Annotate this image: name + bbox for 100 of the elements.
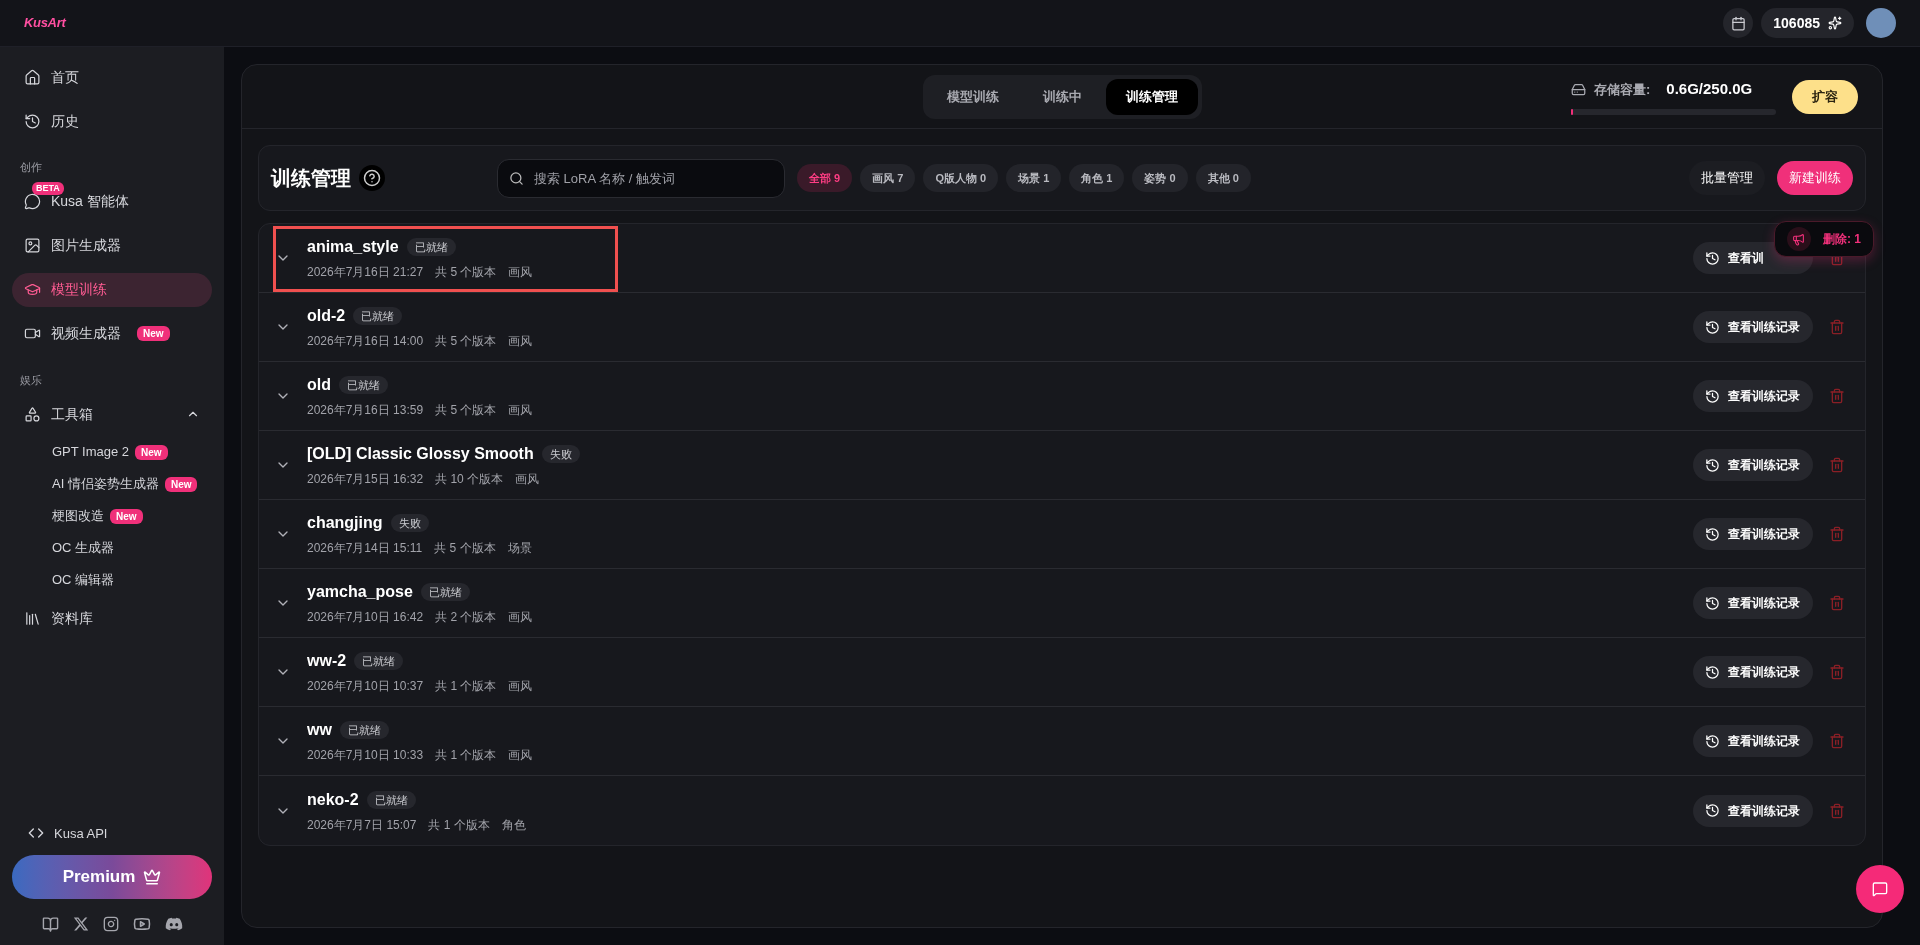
status-badge: 失败	[541, 445, 580, 463]
tab[interactable]: 模型训练	[926, 78, 1019, 115]
sidebar-item[interactable]: 历史	[12, 104, 212, 138]
category-text: 画风	[508, 678, 533, 695]
new-badge: New	[110, 508, 143, 524]
sidebar-item[interactable]: 工具箱	[12, 397, 212, 431]
status-badge: 已就绪	[354, 652, 404, 670]
category-text: 画风	[508, 264, 533, 281]
api-link[interactable]: Kusa API	[12, 823, 212, 843]
sidebar-subitem[interactable]: GPT Image 2 New	[12, 436, 212, 468]
credits-pill[interactable]: 106085	[1761, 8, 1854, 38]
filter-chip[interactable]: 其他 0	[1195, 164, 1251, 192]
filter-chip[interactable]: 全部 9	[797, 164, 853, 192]
model-name: old-2	[307, 306, 346, 326]
date-text: 2026年7月10日 16:42	[307, 609, 424, 626]
filter-chip[interactable]: 角色 1	[1069, 164, 1125, 192]
model-row[interactable]: [OLD] Classic Glossy Smooth 失败 2026年7月15日 16:32 共 10 个版本 画风 查看训练记录	[259, 431, 1865, 500]
filter-chip[interactable]: 场景 1	[1006, 164, 1062, 192]
status-badge: 已就绪	[353, 307, 403, 325]
version-count: 共 5 个版本	[434, 540, 496, 557]
model-name: yamcha_pose	[307, 582, 413, 602]
model-row[interactable]: ww-2 已就绪 2026年7月10日 10:37 共 1 个版本 画风 查看训练记录	[259, 638, 1865, 707]
tab[interactable]: 训练中	[1022, 78, 1102, 115]
version-count: 共 5 个版本	[435, 333, 497, 350]
category-text: 画风	[508, 333, 533, 350]
filter-chip[interactable]: Q版人物 0	[923, 164, 999, 192]
view-history-button[interactable]: 查看训练记录	[1693, 794, 1813, 827]
model-row[interactable]: old 已就绪 2026年7月16日 13:59 共 5 个版本 画风 查看训练记录	[259, 362, 1865, 431]
date-text: 2026年7月14日 15:11	[307, 540, 423, 557]
tab[interactable]: 训练管理	[1105, 78, 1198, 115]
model-row[interactable]: yamcha_pose 已就绪 2026年7月10日 16:42 共 2 个版本 画风 查看训练记录	[259, 569, 1865, 638]
date-text: 2026年7月15日 16:32	[307, 471, 424, 488]
section-label: 创作	[19, 160, 43, 175]
filter-chip[interactable]: 姿势 0	[1132, 164, 1188, 192]
section-label: 娱乐	[19, 372, 43, 388]
view-history-button[interactable]: 查看训练记录	[1693, 725, 1813, 757]
model-name: neko-2	[307, 789, 359, 810]
version-count: 共 2 个版本	[435, 609, 497, 626]
model-row[interactable]: changjing 失败 2026年7月14日 15:11 共 5 个版本 场景 查看训练记录	[259, 500, 1865, 569]
category-text: 画风	[508, 609, 533, 626]
version-count: 共 5 个版本	[435, 402, 497, 419]
status-badge: 已就绪	[339, 721, 389, 739]
sidebar-subitem[interactable]: OC 编辑器	[12, 564, 212, 596]
date-text: 2026年7月10日 10:33	[307, 747, 424, 764]
date-text: 2026年7月7日 15:07	[307, 816, 417, 834]
model-row[interactable]: old-2 已就绪 2026年7月16日 14:00 共 5 个版本 画风 查看训练记录	[259, 293, 1865, 362]
model-row[interactable]: neko-2 已就绪 2026年7月7日 15:07 共 1 个版本 角色 查看训练记录	[259, 776, 1865, 845]
model-row[interactable]: ww 已就绪 2026年7月10日 10:33 共 1 个版本 画风 查看训练记录	[259, 707, 1865, 776]
date-text: 2026年7月16日 21:27	[307, 264, 424, 281]
model-name: changjing	[307, 513, 383, 533]
premium-button[interactable]: Premium	[12, 855, 212, 899]
status-badge: 已就绪	[406, 238, 456, 256]
category-text: 画风	[508, 747, 533, 764]
page-title: 训练管理	[271, 166, 351, 191]
view-history-button[interactable]: 查看训练记录	[1693, 518, 1813, 550]
expand-button[interactable]: 扩容	[1792, 79, 1858, 114]
version-count: 共 10 个版本	[435, 471, 504, 488]
view-history-button[interactable]: 查看训练记录	[1693, 587, 1813, 619]
view-history-button[interactable]: 查看训练记录	[1693, 449, 1813, 481]
version-count: 共 1 个版本	[435, 747, 497, 764]
category-text: 画风	[508, 402, 533, 419]
toast-text: 删除: 1	[1823, 231, 1861, 248]
sidebar-subitem[interactable]: OC 生成器	[12, 532, 212, 564]
new-badge: New	[164, 476, 198, 492]
sidebar-item[interactable]: 视频生成器 New	[12, 316, 212, 351]
sidebar-item[interactable]: 资料库	[12, 601, 212, 635]
sidebar-item[interactable]: 首页	[12, 60, 212, 94]
sidebar-subitem[interactable]: 梗图改造 New	[12, 500, 212, 532]
search-field[interactable]: 搜索 LoRA 名称 / 触发词	[497, 158, 785, 198]
date-text: 2026年7月16日 14:00	[307, 333, 424, 350]
view-history-button[interactable]: 查看训练记录	[1693, 311, 1813, 343]
model-name: ww	[307, 720, 332, 740]
status-badge: 已就绪	[339, 376, 388, 394]
new-training-button[interactable]: 新建训练	[1777, 161, 1853, 195]
model-name: ww-2	[307, 651, 347, 671]
view-history-button[interactable]: 查看训练记录	[1693, 380, 1813, 412]
sidebar-item[interactable]: 模型训练	[12, 272, 212, 307]
sidebar-item[interactable]: BETA Kusa 智能体	[12, 184, 212, 219]
sidebar-subitem[interactable]: AI 情侣姿势生成器 New	[12, 468, 212, 500]
batch-manage-button[interactable]: 批量管理	[1689, 161, 1765, 195]
storage-label: 存储容量:	[1594, 80, 1651, 99]
new-badge: New	[137, 326, 170, 341]
logo[interactable]: KusArt	[24, 13, 66, 33]
model-name: old	[307, 375, 331, 395]
version-count: 共 1 个版本	[428, 816, 490, 834]
storage-value: 0.6G/250.0G	[1666, 79, 1753, 100]
date-text: 2026年7月16日 13:59	[307, 402, 424, 419]
model-name: anima_style	[307, 237, 399, 257]
view-history-button[interactable]: 查看训练记录	[1693, 656, 1813, 688]
category-text: 场景	[507, 540, 532, 557]
status-badge: 已就绪	[420, 583, 470, 601]
version-count: 共 5 个版本	[435, 264, 497, 281]
model-name: [OLD] Classic Glossy Smooth	[307, 444, 534, 464]
status-badge: 已就绪	[366, 790, 416, 809]
new-badge: New	[135, 444, 168, 460]
sidebar-item[interactable]: 图片生成器	[12, 228, 212, 263]
status-badge: 失败	[390, 514, 429, 532]
category-text: 角色	[501, 816, 526, 834]
filter-chip[interactable]: 画风 7	[860, 164, 916, 192]
category-text: 画风	[515, 471, 540, 488]
